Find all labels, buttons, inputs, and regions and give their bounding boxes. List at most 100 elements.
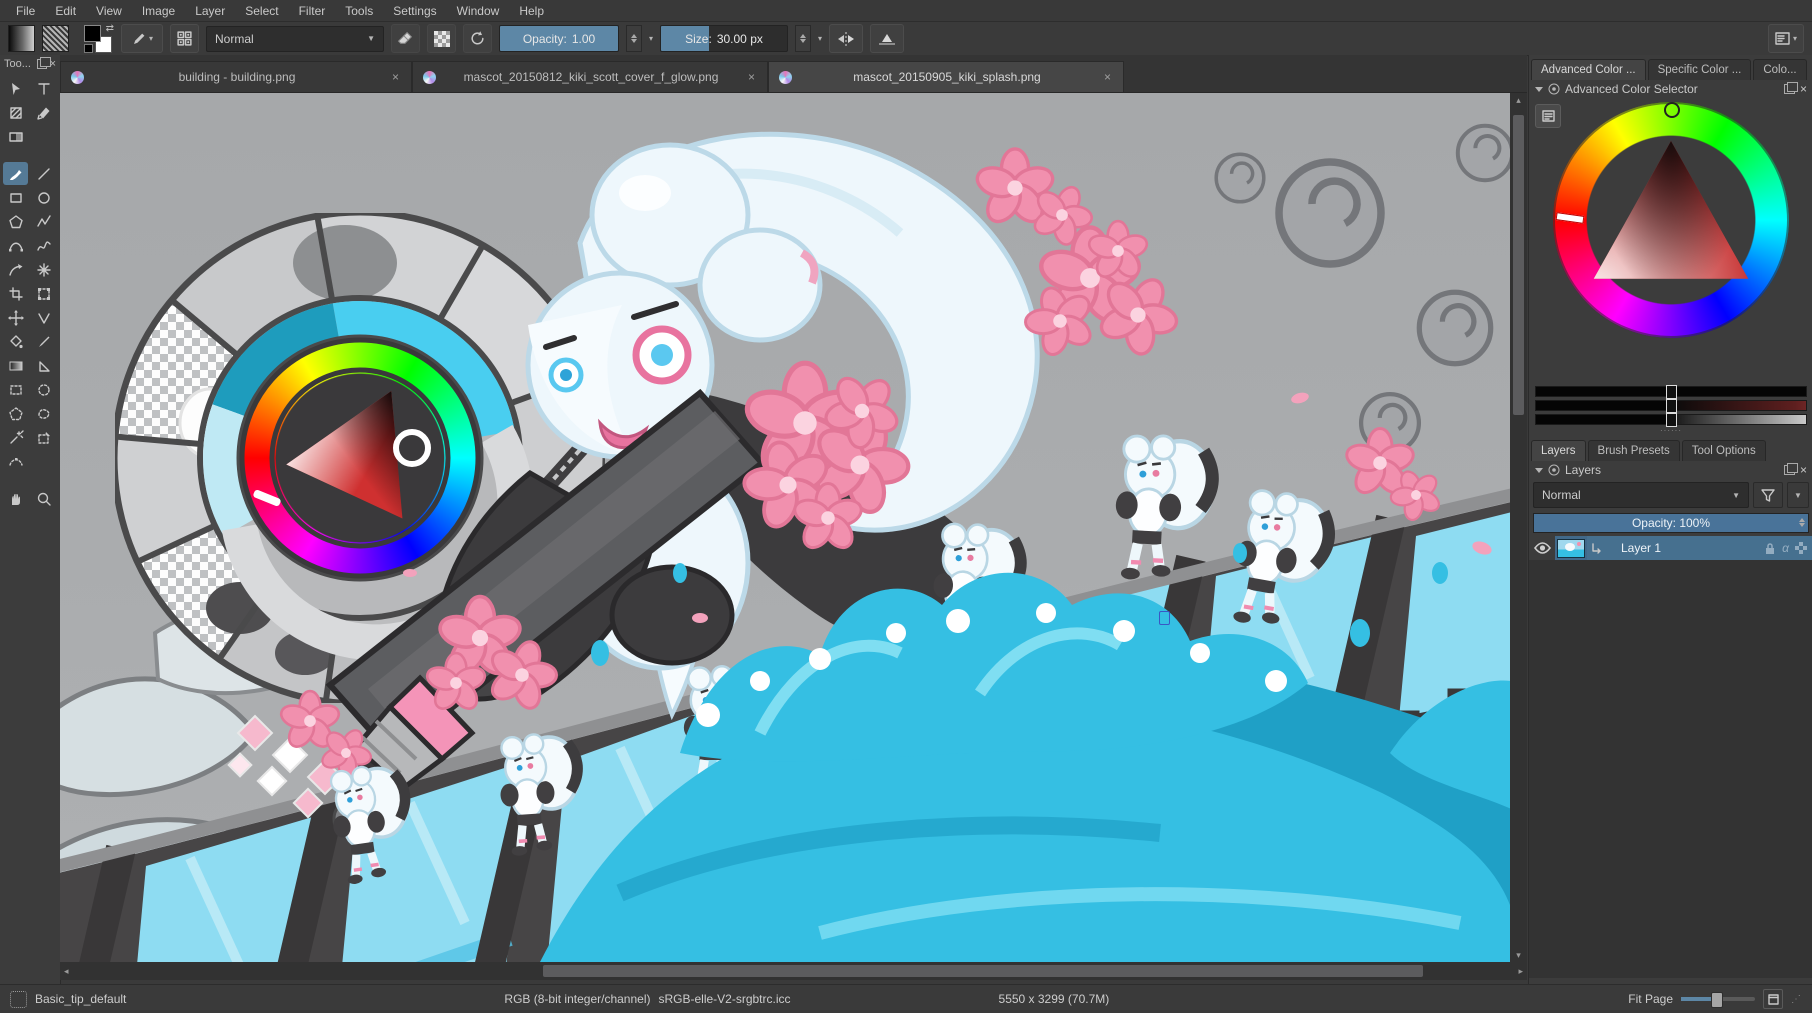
mirror-vertical-button[interactable] — [870, 24, 904, 53]
opacity-spinner[interactable] — [626, 25, 642, 52]
document-tab[interactable]: mascot_20150812_kiki_scott_cover_f_glow.… — [412, 61, 768, 92]
tool-line[interactable] — [31, 162, 56, 185]
scroll-up-icon[interactable]: ▴ — [1516, 93, 1521, 107]
layer-name[interactable]: Layer 1 — [1607, 536, 1764, 560]
tool-elliptical-select[interactable] — [31, 378, 56, 401]
selector-settings-button[interactable] — [1535, 104, 1561, 128]
layer-row-selected[interactable]: Layer 1 α — [1529, 536, 1812, 560]
image-size[interactable]: 5550 x 3299 (70.7M) — [999, 992, 1110, 1006]
layer-filter-options-button[interactable]: ▼ — [1787, 482, 1809, 508]
close-icon[interactable]: × — [390, 70, 401, 84]
color-history-bars[interactable] — [1529, 384, 1812, 425]
close-icon[interactable]: × — [1102, 70, 1113, 84]
layer-visibility-toggle[interactable] — [1529, 536, 1555, 560]
zoom-mode[interactable]: Fit Page — [1628, 992, 1673, 1006]
menu-help[interactable]: Help — [509, 2, 554, 20]
tool-freehand-path[interactable] — [31, 234, 56, 257]
tool-transform[interactable] — [31, 282, 56, 305]
document-tab-active[interactable]: mascot_20150905_kiki_splash.png × — [768, 61, 1124, 92]
layer-list-empty-area[interactable] — [1529, 560, 1812, 978]
workspace-chooser-button[interactable]: ▾ — [1768, 24, 1804, 53]
size-spinner[interactable] — [795, 25, 811, 52]
layer-thumbnail[interactable] — [1555, 536, 1587, 560]
preserve-alpha-button[interactable] — [427, 24, 456, 53]
float-docker-icon[interactable] — [1784, 84, 1795, 94]
tool-crop[interactable] — [3, 282, 28, 305]
tool-polygonal-select[interactable] — [3, 402, 28, 425]
size-slider[interactable]: Size: 30.00 px — [660, 25, 788, 52]
gradient-chooser-button[interactable] — [8, 25, 35, 52]
canvas-only-mode-button[interactable] — [1763, 989, 1783, 1009]
lock-icon[interactable] — [1764, 542, 1776, 555]
menu-window[interactable]: Window — [447, 2, 510, 20]
saturation-bar[interactable] — [1535, 400, 1807, 411]
horizontal-scroll-thumb[interactable] — [543, 965, 1423, 977]
tool-fill[interactable] — [3, 330, 28, 353]
tab-specific-color-selector[interactable]: Specific Color ... — [1648, 59, 1752, 80]
tool-multibrush[interactable] — [31, 258, 56, 281]
tab-layers[interactable]: Layers — [1531, 440, 1586, 461]
vertical-scroll-thumb[interactable] — [1513, 115, 1524, 415]
tab-color-docker[interactable]: Colo... — [1753, 59, 1806, 80]
tool-similar-color-select[interactable] — [31, 426, 56, 449]
alpha-lock-icon[interactable]: α — [1782, 541, 1789, 555]
menu-select[interactable]: Select — [235, 2, 288, 20]
close-docker-icon[interactable]: × — [1800, 463, 1807, 477]
tool-color-sampler[interactable] — [31, 330, 56, 353]
close-docker-icon[interactable]: × — [1800, 82, 1807, 96]
window-resize-grip[interactable]: ⋰ — [1791, 994, 1802, 1005]
document-tab[interactable]: building - building.png × — [60, 61, 412, 92]
tab-tool-options[interactable]: Tool Options — [1682, 440, 1766, 461]
tool-outline-select[interactable] — [31, 402, 56, 425]
tab-brush-presets[interactable]: Brush Presets — [1588, 440, 1680, 461]
vertical-scrollbar[interactable]: ▴ ▾ — [1510, 93, 1527, 962]
eraser-mode-button[interactable] — [391, 24, 420, 53]
advanced-color-selector[interactable] — [1529, 98, 1812, 384]
tool-contiguous-select[interactable] — [3, 426, 28, 449]
horizontal-scrollbar[interactable]: ◂ ▸ — [60, 962, 1527, 980]
tool-dynamic-brush[interactable] — [3, 258, 28, 281]
lightness-bar[interactable] — [1535, 414, 1807, 425]
tool-rectangle[interactable] — [3, 186, 28, 209]
hue-ring-selector[interactable] — [1553, 102, 1789, 338]
tool-zoom[interactable] — [31, 487, 56, 510]
layer-blending-mode-combo[interactable]: Normal ▼ — [1533, 482, 1749, 508]
tool-select-shapes[interactable] — [3, 77, 28, 100]
menu-layer[interactable]: Layer — [185, 2, 235, 20]
brush-presets-button[interactable] — [170, 24, 199, 53]
inherit-alpha-icon[interactable] — [1795, 542, 1807, 554]
layer-style-icon[interactable] — [1587, 536, 1607, 560]
reload-preset-button[interactable] — [463, 24, 492, 53]
layer-opacity-slider[interactable]: Opacity: 100% — [1533, 513, 1809, 533]
tool-rectangular-select[interactable] — [3, 378, 28, 401]
docker-resize-handle[interactable]: ······ — [1529, 428, 1812, 436]
tool-ellipse[interactable] — [31, 186, 56, 209]
scroll-down-icon[interactable]: ▾ — [1516, 948, 1521, 962]
layer-filter-button[interactable] — [1753, 482, 1783, 508]
mirror-horizontal-button[interactable] — [829, 24, 863, 53]
tool-text[interactable] — [31, 77, 56, 100]
tool-polygon[interactable] — [3, 210, 28, 233]
scroll-left-icon[interactable]: ◂ — [60, 966, 73, 977]
menu-settings[interactable]: Settings — [383, 2, 446, 20]
collapse-icon[interactable] — [1535, 468, 1543, 477]
float-docker-icon[interactable] — [37, 59, 47, 69]
tool-polyline[interactable] — [31, 210, 56, 233]
menu-view[interactable]: View — [86, 2, 132, 20]
menu-filter[interactable]: Filter — [289, 2, 336, 20]
tool-calligraphy[interactable] — [31, 101, 56, 124]
tool-pan[interactable] — [3, 487, 28, 510]
foreground-background-colors[interactable]: ⇄ — [84, 25, 114, 53]
pattern-chooser-button[interactable] — [42, 25, 69, 52]
tool-bezier-select[interactable] — [3, 450, 28, 473]
close-icon[interactable]: × — [746, 70, 757, 84]
menu-tools[interactable]: Tools — [335, 2, 383, 20]
zoom-slider-thumb[interactable] — [1711, 992, 1723, 1008]
opacity-slider[interactable]: Opacity: 1.00 — [499, 25, 619, 52]
edit-brush-settings-button[interactable]: ▾ — [121, 24, 163, 53]
canvas-viewport[interactable] — [60, 93, 1510, 962]
brush-preset-icon[interactable] — [10, 991, 27, 1008]
swap-colors-icon[interactable]: ⇄ — [106, 23, 114, 34]
size-options-caret[interactable]: ▾ — [818, 34, 822, 43]
layer-opacity-spinner[interactable] — [1795, 514, 1808, 530]
